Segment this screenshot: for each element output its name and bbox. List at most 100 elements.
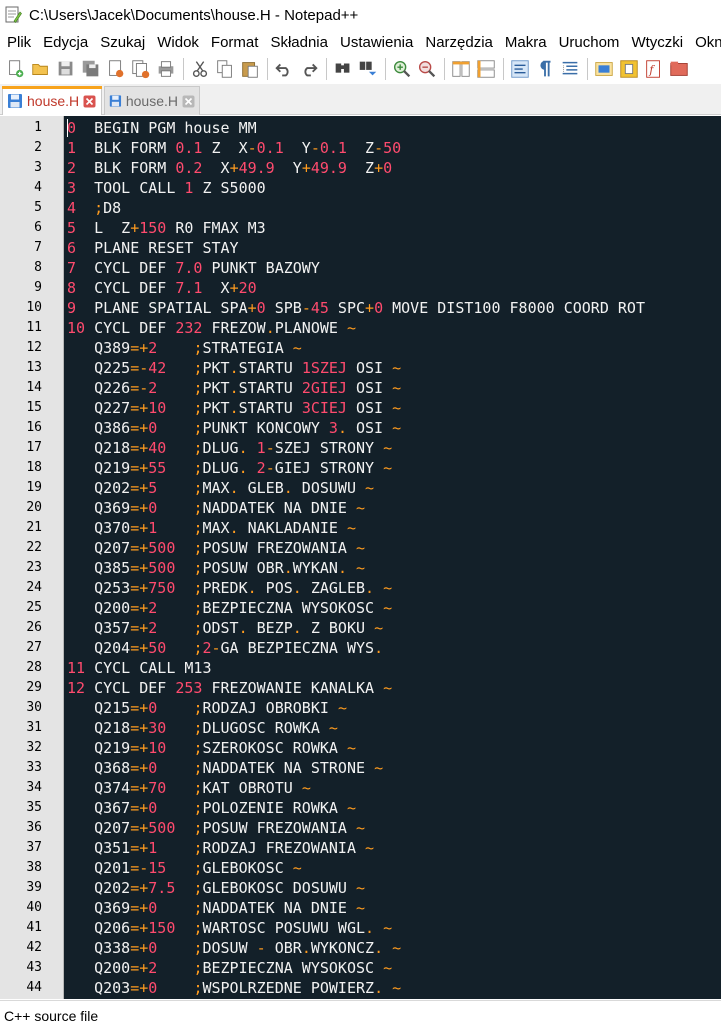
menu-item-3[interactable]: Widok (150, 34, 204, 51)
code-line[interactable]: 4 3 TOOL CALL 1 Z S5000 (0, 178, 721, 198)
close-icon[interactable] (104, 57, 128, 81)
code-line[interactable]: 41 Q206=+150 ;WARTOSC POSUWU WGL. ~ (0, 918, 721, 938)
document-map-icon[interactable] (617, 57, 641, 81)
menu-item-8[interactable]: Makra (498, 34, 552, 51)
code-line[interactable]: 14 Q226=-2 ;PKT.STARTU 2GIEJ OSI ~ (0, 378, 721, 398)
print-icon[interactable] (154, 57, 178, 81)
tab-house-h-active[interactable]: house.H (2, 86, 102, 115)
menu-item-10[interactable]: Wtyczki (624, 34, 688, 51)
code-line[interactable]: 40 Q369=+0 ;NADDATEK NA DNIE ~ (0, 898, 721, 918)
cut-icon[interactable] (188, 57, 212, 81)
code-line[interactable]: 10 9 PLANE SPATIAL SPA+0 SPB-45 SPC+0 MOV… (0, 298, 721, 318)
line-number: 33 (26, 760, 42, 775)
operator-token: =+ (130, 599, 149, 617)
code-line[interactable]: 31 Q218=+30 ;DLUGOSC ROWKA ~ (0, 718, 721, 738)
code-line[interactable]: 21 BLK FORM 0.1 Z X-0.1 Y-0.1 Z-50 (0, 138, 721, 158)
number-token: 0 (148, 899, 158, 917)
zoom-in-icon[interactable] (390, 57, 414, 81)
text-token: OSI (346, 359, 393, 377)
code-line[interactable]: 28 11 CYCL CALL M13 (0, 658, 721, 678)
show-all-chars-icon[interactable] (533, 57, 557, 81)
find-icon[interactable] (331, 57, 355, 81)
word-wrap-icon[interactable] (508, 57, 532, 81)
copy-icon[interactable] (213, 57, 237, 81)
code-line[interactable]: 34 Q374=+70 ;KAT OBROTU ~ (0, 778, 721, 798)
code-line[interactable]: 13 Q225=-42 ;PKT.STARTU 1SZEJ OSI ~ (0, 358, 721, 378)
user-defined-lang-icon[interactable] (592, 57, 616, 81)
code-editor[interactable]: 10 BEGIN PGM house MM 2 1 BLK FORM 0.1 Z X… (0, 116, 721, 999)
replace-icon[interactable] (356, 57, 380, 81)
zoom-out-icon[interactable] (415, 57, 439, 81)
code-line[interactable]: 37 Q351=+1 ;RODZAJ FREZOWANIA ~ (0, 838, 721, 858)
code-line[interactable]: 44 Q203=+0 ;WSPOLRZEDNE POWIERZ. ~ (0, 978, 721, 998)
code-line[interactable]: 29 12 CYCL DEF 253 FREZOWANIE KANALKA ~ (0, 678, 721, 698)
text-token: STARTU (238, 359, 302, 377)
code-line[interactable]: 19 Q202=+5 ;MAX. GLEB. DOSUWU ~ (0, 478, 721, 498)
menu-item-2[interactable]: Szukaj (93, 34, 150, 51)
open-file-icon[interactable] (29, 57, 53, 81)
code-line[interactable]: 27 Q204=+50 ;2-GA BEZPIECZNA WYS. (0, 638, 721, 658)
redo-icon[interactable] (297, 57, 321, 81)
indent-guide-icon[interactable] (558, 57, 582, 81)
code-line[interactable]: 11 10 CYCL DEF 232 FREZOW.PLANOWE ~ (0, 318, 721, 338)
code-line[interactable]: 23 Q385=+500 ;POSUW OBR.WYKAN. ~ (0, 558, 721, 578)
function-list-icon[interactable]: f (642, 57, 666, 81)
menu-item-7[interactable]: Narzędzia (418, 34, 498, 51)
code-line[interactable]: 22 Q207=+500 ;POSUW FREZOWANIA ~ (0, 538, 721, 558)
code-line[interactable]: 21 Q370=+1 ;MAX. NAKLADANIE ~ (0, 518, 721, 538)
operator-token: ~ (356, 539, 366, 557)
code-line[interactable]: 16 Q386=+0 ;PUNKT KONCOWY 3. OSI ~ (0, 418, 721, 438)
save-icon[interactable] (54, 57, 78, 81)
code-line[interactable]: 5 4 ;D8 (0, 198, 721, 218)
folder-workspace-icon[interactable] (667, 57, 691, 81)
menu-item-1[interactable]: Edycja (36, 34, 93, 51)
menu-item-11[interactable]: Okno (688, 34, 721, 51)
new-file-icon[interactable] (4, 57, 28, 81)
menu-item-0[interactable]: Plik (0, 34, 36, 51)
menu-bar: Plik Edycja Szukaj Widok Format Składnia Ustaw… (0, 30, 721, 54)
code-line[interactable]: 32 Q219=+10 ;SZEROKOSC ROWKA ~ (0, 738, 721, 758)
code-line[interactable]: 6 5 L Z+150 R0 FMAX M3 (0, 218, 721, 238)
close-all-icon[interactable] (129, 57, 153, 81)
code-line[interactable]: 39 Q202=+7.5 ;GLEBOKOSC DOSUWU ~ (0, 878, 721, 898)
code-line[interactable]: 33 Q368=+0 ;NADDATEK NA STRONE ~ (0, 758, 721, 778)
save-all-icon[interactable] (79, 57, 103, 81)
code-line[interactable]: 42 Q338=+0 ;DOSUW - OBR.WYKONCZ. ~ (0, 938, 721, 958)
code-line[interactable]: 9 8 CYCL DEF 7.1 X+20 (0, 278, 721, 298)
sync-horizontal-icon[interactable] (474, 57, 498, 81)
menu-item-5[interactable]: Składnia (263, 34, 333, 51)
code-line[interactable]: 36 Q207=+500 ;POSUW FREZOWANIA ~ (0, 818, 721, 838)
undo-icon[interactable] (272, 57, 296, 81)
close-tab-icon[interactable] (83, 95, 96, 108)
code-line[interactable]: 32 BLK FORM 0.2 X+49.9 Y+49.9 Z+0 (0, 158, 721, 178)
code-line[interactable]: 30 Q215=+0 ;RODZAJ OBROBKI ~ (0, 698, 721, 718)
code-line[interactable]: 26 Q357=+2 ;ODST. BEZP. Z BOKU ~ (0, 618, 721, 638)
paste-icon[interactable] (238, 57, 262, 81)
code-line[interactable]: 1 0 BEGIN PGM house MM (0, 118, 721, 138)
text-token: Q201 (67, 859, 131, 877)
close-tab-icon[interactable] (182, 95, 195, 108)
text-token: L Z (76, 219, 131, 237)
code-line[interactable]: 35 Q367=+0 ;POLOZENIE ROWKA ~ (0, 798, 721, 818)
code-line[interactable]: 12 Q389=+2 ;STRATEGIA ~ (0, 338, 721, 358)
code-line[interactable]: 17 Q218=+40 ;DLUG. 1-SZEJ STRONY ~ (0, 438, 721, 458)
code-line[interactable]: 38 Q201=-15 ;GLEBOKOSC ~ (0, 858, 721, 878)
code-text: Q215=+0 ;RODZAJ OBROBKI ~ (67, 698, 347, 718)
code-line[interactable]: 24 Q253=+750 ;PREDK. POS. ZAGLEB. ~ (0, 578, 721, 598)
code-line[interactable]: 18 Q219=+55 ;DLUG. 2-GIEJ STRONY ~ (0, 458, 721, 478)
tab-house-h-inactive[interactable]: house.H (104, 86, 200, 115)
menu-item-6[interactable]: Ustawienia (333, 34, 418, 51)
code-line[interactable]: 25 Q200=+2 ;BEZPIECZNA WYSOKOSC ~ (0, 598, 721, 618)
menu-item-4[interactable]: Format (204, 34, 264, 51)
code-line[interactable]: 8 7 CYCL DEF 7.0 PUNKT BAZOWY (0, 258, 721, 278)
code-line[interactable]: 43 Q200=+2 ;BEZPIECZNA WYSOKOSC ~ (0, 958, 721, 978)
menu-item-9[interactable]: Uruchom (552, 34, 625, 51)
code-line[interactable]: 7 6 PLANE RESET STAY (0, 238, 721, 258)
sync-vertical-icon[interactable] (449, 57, 473, 81)
code-line[interactable]: 15 Q227=+10 ;PKT.STARTU 3CIEJ OSI ~ (0, 398, 721, 418)
code-line[interactable]: 20 Q369=+0 ;NADDATEK NA DNIE ~ (0, 498, 721, 518)
saved-file-icon (8, 94, 22, 108)
